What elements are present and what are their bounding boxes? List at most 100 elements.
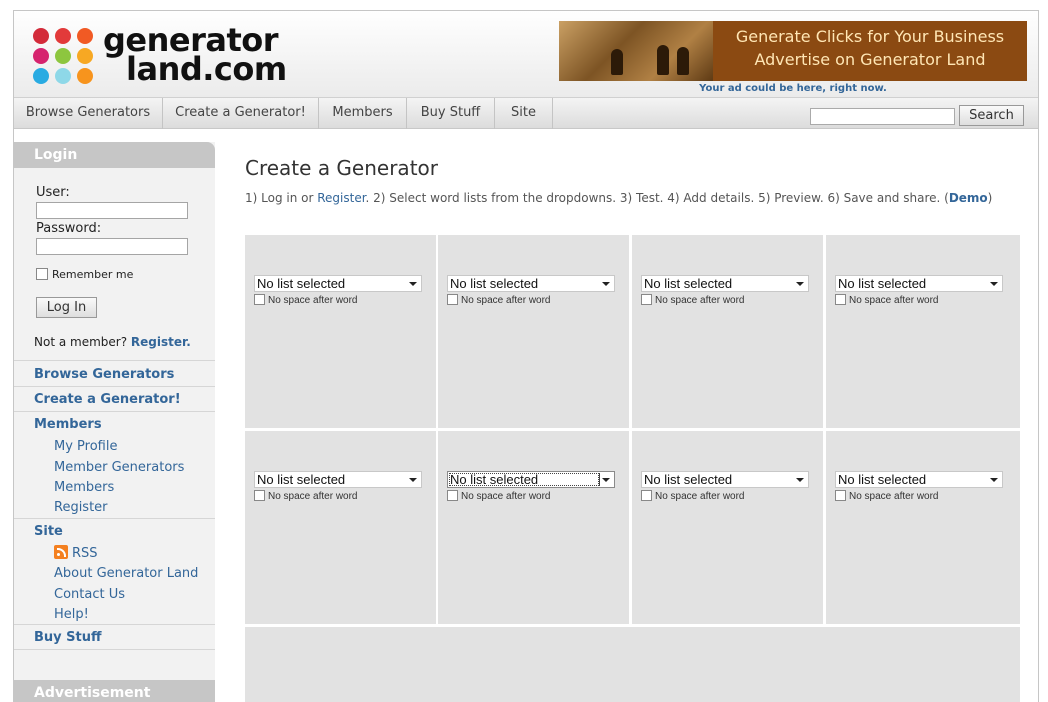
- no-space-label: No space after word: [268, 491, 358, 502]
- sidebar-item-about[interactable]: About Generator Land: [54, 566, 198, 581]
- page-frame: generator land.com Generate Clicks for Y…: [13, 10, 1039, 702]
- steps-text-pre: 1) Log in or: [245, 191, 318, 205]
- logo-line-2: land.com: [126, 50, 287, 88]
- word-list-select[interactable]: No list selected: [641, 275, 809, 292]
- word-slot-1: No list selected No space after word: [245, 235, 436, 428]
- user-field[interactable]: [36, 202, 188, 219]
- sidebar-item-members[interactable]: Members: [34, 417, 102, 432]
- select-divider: [599, 473, 600, 486]
- no-space-checkbox[interactable]: [835, 490, 846, 501]
- steps-text-post: . 2) Select word lists from the dropdown…: [365, 191, 949, 205]
- no-space-checkbox[interactable]: [254, 294, 265, 305]
- not-member-label: Not a member?: [34, 335, 128, 349]
- select-value: No list selected: [450, 276, 539, 291]
- page-title: Create a Generator: [245, 156, 438, 180]
- sidebar: Login User: Password: Remember me Log In…: [14, 142, 215, 702]
- no-space-checkbox[interactable]: [835, 294, 846, 305]
- word-list-select[interactable]: No list selected: [447, 275, 615, 292]
- register-link[interactable]: Register.: [131, 335, 191, 349]
- nav-buy-stuff[interactable]: Buy Stuff: [407, 98, 495, 129]
- divider: [14, 360, 215, 361]
- sidebar-item-create-generator[interactable]: Create a Generator!: [34, 392, 181, 407]
- focus-ring: [449, 473, 599, 486]
- divider: [14, 386, 215, 387]
- word-slot-7: No list selected No space after word: [632, 431, 823, 624]
- steps-text-end: ): [987, 191, 993, 205]
- dropdown-arrow-icon: [990, 282, 998, 286]
- sidebar-item-help[interactable]: Help!: [54, 607, 89, 622]
- logo-dots-icon: [33, 28, 97, 84]
- no-space-checkbox[interactable]: [641, 490, 652, 501]
- logo-dot: [33, 68, 49, 84]
- nav-browse-generators[interactable]: Browse Generators: [14, 98, 163, 129]
- divider: [14, 518, 215, 519]
- ad-photo-image: [559, 21, 713, 81]
- select-value: No list selected: [644, 472, 733, 487]
- logo-dot: [55, 28, 71, 44]
- word-slot-5: No list selected No space after word: [245, 431, 436, 624]
- login-button[interactable]: Log In: [36, 297, 97, 318]
- no-space-option: No space after word: [641, 490, 745, 502]
- ad-note-link[interactable]: Your ad could be here, right now.: [559, 83, 1027, 94]
- sidebar-item-my-profile[interactable]: My Profile: [54, 439, 117, 454]
- sidebar-item-site[interactable]: Site: [34, 524, 63, 539]
- main-navbar: Browse Generators Create a Generator! Me…: [14, 97, 1038, 129]
- password-field[interactable]: [36, 238, 188, 255]
- header-ad-banner[interactable]: Generate Clicks for Your Business Advert…: [559, 21, 1027, 81]
- word-slot-4: No list selected No space after word: [826, 235, 1020, 428]
- word-list-select[interactable]: No list selected: [835, 471, 1003, 488]
- ad-photo-figure: [657, 45, 669, 75]
- word-list-grid: No list selected No space after word No …: [245, 235, 1020, 702]
- steps-instructions: 1) Log in or Register. 2) Select word li…: [245, 191, 992, 205]
- logo-dot: [77, 48, 93, 64]
- site-logo[interactable]: generator land.com: [33, 24, 293, 88]
- no-space-label: No space after word: [461, 491, 551, 502]
- login-heading: Login: [14, 142, 215, 168]
- nav-members[interactable]: Members: [319, 98, 407, 129]
- search-input[interactable]: [810, 108, 955, 125]
- rss-icon: [54, 545, 68, 559]
- no-space-option: No space after word: [835, 490, 939, 502]
- sidebar-item-register[interactable]: Register: [54, 500, 108, 515]
- logo-dot: [77, 68, 93, 84]
- select-value: No list selected: [644, 276, 733, 291]
- no-space-option: No space after word: [447, 294, 551, 306]
- select-value: No list selected: [838, 472, 927, 487]
- no-space-checkbox[interactable]: [641, 294, 652, 305]
- word-list-select[interactable]: No list selected: [254, 275, 422, 292]
- sidebar-item-members-list[interactable]: Members: [54, 480, 114, 495]
- sidebar-item-buy-stuff[interactable]: Buy Stuff: [34, 630, 102, 645]
- word-list-select[interactable]: No list selected: [254, 471, 422, 488]
- demo-link[interactable]: Demo: [949, 191, 988, 205]
- word-list-select[interactable]: No list selected: [641, 471, 809, 488]
- search-button[interactable]: Search: [959, 105, 1024, 126]
- no-space-option: No space after word: [641, 294, 745, 306]
- site-header: generator land.com Generate Clicks for Y…: [14, 11, 1038, 97]
- rss-label: RSS: [72, 546, 98, 561]
- steps-register-link[interactable]: Register: [317, 191, 365, 205]
- nav-create-generator[interactable]: Create a Generator!: [163, 98, 319, 129]
- dropdown-arrow-icon: [409, 478, 417, 482]
- dropdown-arrow-icon: [409, 282, 417, 286]
- nav-site[interactable]: Site: [495, 98, 553, 129]
- ad-text: Generate Clicks for Your Business Advert…: [713, 25, 1027, 71]
- ad-line-2: Advertise on Generator Land: [754, 50, 986, 69]
- remember-me-checkbox[interactable]: [36, 268, 48, 280]
- not-member-text: Not a member? Register.: [34, 335, 191, 349]
- no-space-option: No space after word: [254, 490, 358, 502]
- no-space-checkbox[interactable]: [447, 490, 458, 501]
- word-list-select[interactable]: No list selected: [835, 275, 1003, 292]
- remember-me-label: Remember me: [52, 268, 134, 281]
- divider: [14, 624, 215, 625]
- word-slot-6: No list selected No space after word: [438, 431, 629, 624]
- no-space-checkbox[interactable]: [254, 490, 265, 501]
- no-space-checkbox[interactable]: [447, 294, 458, 305]
- no-space-label: No space after word: [655, 295, 745, 306]
- sidebar-item-contact[interactable]: Contact Us: [54, 587, 125, 602]
- sidebar-item-browse-generators[interactable]: Browse Generators: [34, 367, 174, 382]
- dropdown-arrow-icon: [990, 478, 998, 482]
- no-space-label: No space after word: [655, 491, 745, 502]
- sidebar-item-member-generators[interactable]: Member Generators: [54, 460, 184, 475]
- word-list-select-focused[interactable]: No list selected: [447, 471, 615, 488]
- sidebar-item-rss[interactable]: RSS: [54, 545, 98, 561]
